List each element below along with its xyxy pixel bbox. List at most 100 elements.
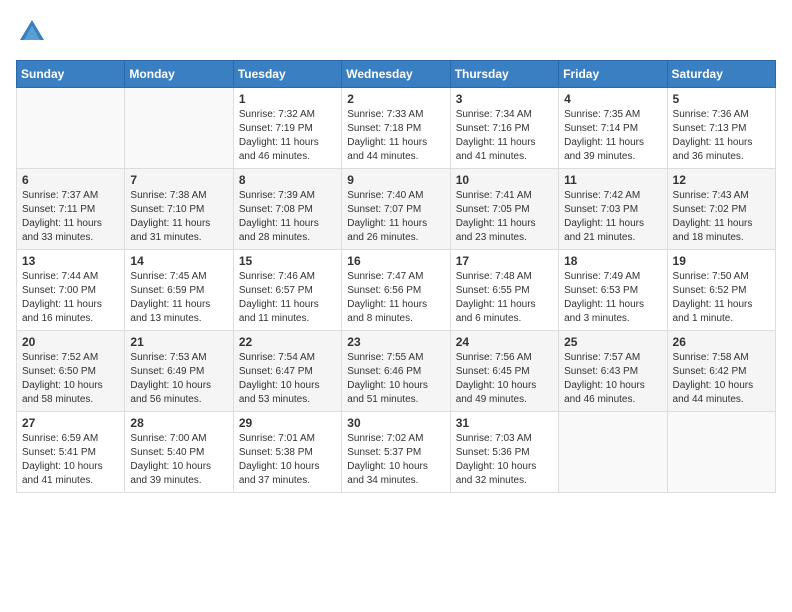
calendar-header-wednesday: Wednesday	[342, 61, 450, 88]
calendar-cell: 6 Sunrise: 7:37 AM Sunset: 7:11 PM Daylig…	[17, 169, 125, 250]
day-number: 3	[456, 92, 553, 106]
calendar-cell: 24 Sunrise: 7:56 AM Sunset: 6:45 PM Dayli…	[450, 331, 558, 412]
calendar-header-friday: Friday	[559, 61, 667, 88]
day-info: Sunrise: 7:47 AM Sunset: 6:56 PM Dayligh…	[347, 270, 444, 326]
calendar-cell: 27Sunrise: 6:59 AM Sunset: 5:41 PM Dayli…	[17, 412, 125, 493]
day-number: 6	[22, 173, 119, 187]
calendar-cell: 12Sunrise: 7:43 AM Sunset: 7:02 PM Dayli…	[667, 169, 775, 250]
header	[16, 16, 776, 48]
calendar-cell: 16 Sunrise: 7:47 AM Sunset: 6:56 PM Dayli…	[342, 250, 450, 331]
day-info: Sunrise: 7:41 AM Sunset: 7:05 PM Dayligh…	[456, 189, 553, 245]
calendar-cell: 14 Sunrise: 7:45 AM Sunset: 6:59 PM Dayli…	[125, 250, 233, 331]
calendar-cell: 3 Sunrise: 7:34 AM Sunset: 7:16 PM Daylig…	[450, 88, 558, 169]
day-info: Sunrise: 7:01 AM Sunset: 5:38 PM Dayligh…	[239, 432, 336, 488]
day-info: Sunrise: 7:48 AM Sunset: 6:55 PM Dayligh…	[456, 270, 553, 326]
day-info: Sunrise: 7:00 AM Sunset: 5:40 PM Dayligh…	[130, 432, 227, 488]
calendar-cell: 30Sunrise: 7:02 AM Sunset: 5:37 PM Dayli…	[342, 412, 450, 493]
calendar-cell: 15Sunrise: 7:46 AM Sunset: 6:57 PM Dayli…	[233, 250, 341, 331]
calendar-table: SundayMondayTuesdayWednesdayThursdayFrid…	[16, 60, 776, 493]
day-number: 24	[456, 335, 553, 349]
calendar-cell: 31 Sunrise: 7:03 AM Sunset: 5:36 PM Dayli…	[450, 412, 558, 493]
day-number: 19	[673, 254, 770, 268]
day-number: 4	[564, 92, 661, 106]
day-info: Sunrise: 7:33 AM Sunset: 7:18 PM Dayligh…	[347, 108, 444, 164]
day-number: 26	[673, 335, 770, 349]
calendar-cell	[125, 88, 233, 169]
day-number: 8	[239, 173, 336, 187]
calendar-cell: 20 Sunrise: 7:52 AM Sunset: 6:50 PM Dayli…	[17, 331, 125, 412]
day-number: 16	[347, 254, 444, 268]
day-info: Sunrise: 7:02 AM Sunset: 5:37 PM Dayligh…	[347, 432, 444, 488]
calendar-cell	[559, 412, 667, 493]
day-info: Sunrise: 7:43 AM Sunset: 7:02 PM Dayligh…	[673, 189, 770, 245]
day-number: 15	[239, 254, 336, 268]
logo	[16, 16, 52, 48]
calendar-cell: 5 Sunrise: 7:36 AM Sunset: 7:13 PM Daylig…	[667, 88, 775, 169]
calendar-cell: 17 Sunrise: 7:48 AM Sunset: 6:55 PM Dayli…	[450, 250, 558, 331]
day-info: Sunrise: 7:53 AM Sunset: 6:49 PM Dayligh…	[130, 351, 227, 407]
calendar-week-2: 6 Sunrise: 7:37 AM Sunset: 7:11 PM Daylig…	[17, 169, 776, 250]
calendar-cell	[667, 412, 775, 493]
day-info: Sunrise: 7:37 AM Sunset: 7:11 PM Dayligh…	[22, 189, 119, 245]
day-info: Sunrise: 7:40 AM Sunset: 7:07 PM Dayligh…	[347, 189, 444, 245]
day-info: Sunrise: 7:36 AM Sunset: 7:13 PM Dayligh…	[673, 108, 770, 164]
day-number: 28	[130, 416, 227, 430]
day-info: Sunrise: 7:57 AM Sunset: 6:43 PM Dayligh…	[564, 351, 661, 407]
calendar-header-saturday: Saturday	[667, 61, 775, 88]
day-info: Sunrise: 7:56 AM Sunset: 6:45 PM Dayligh…	[456, 351, 553, 407]
day-info: Sunrise: 7:45 AM Sunset: 6:59 PM Dayligh…	[130, 270, 227, 326]
day-info: Sunrise: 6:59 AM Sunset: 5:41 PM Dayligh…	[22, 432, 119, 488]
calendar-week-3: 13Sunrise: 7:44 AM Sunset: 7:00 PM Dayli…	[17, 250, 776, 331]
day-number: 25	[564, 335, 661, 349]
day-number: 18	[564, 254, 661, 268]
day-info: Sunrise: 7:35 AM Sunset: 7:14 PM Dayligh…	[564, 108, 661, 164]
day-number: 23	[347, 335, 444, 349]
calendar-header-monday: Monday	[125, 61, 233, 88]
day-number: 22	[239, 335, 336, 349]
calendar-week-1: 1 Sunrise: 7:32 AM Sunset: 7:19 PM Daylig…	[17, 88, 776, 169]
day-number: 1	[239, 92, 336, 106]
calendar-cell: 26 Sunrise: 7:58 AM Sunset: 6:42 PM Dayli…	[667, 331, 775, 412]
day-info: Sunrise: 7:52 AM Sunset: 6:50 PM Dayligh…	[22, 351, 119, 407]
calendar-header-tuesday: Tuesday	[233, 61, 341, 88]
calendar-cell: 7Sunrise: 7:38 AM Sunset: 7:10 PM Daylig…	[125, 169, 233, 250]
day-info: Sunrise: 7:58 AM Sunset: 6:42 PM Dayligh…	[673, 351, 770, 407]
logo-icon	[16, 16, 48, 48]
calendar-header-row: SundayMondayTuesdayWednesdayThursdayFrid…	[17, 61, 776, 88]
calendar-cell: 2 Sunrise: 7:33 AM Sunset: 7:18 PM Daylig…	[342, 88, 450, 169]
day-number: 17	[456, 254, 553, 268]
calendar-cell: 21Sunrise: 7:53 AM Sunset: 6:49 PM Dayli…	[125, 331, 233, 412]
calendar-cell: 10 Sunrise: 7:41 AM Sunset: 7:05 PM Dayli…	[450, 169, 558, 250]
day-number: 11	[564, 173, 661, 187]
calendar-cell	[17, 88, 125, 169]
day-info: Sunrise: 7:55 AM Sunset: 6:46 PM Dayligh…	[347, 351, 444, 407]
day-number: 9	[347, 173, 444, 187]
calendar-cell: 28 Sunrise: 7:00 AM Sunset: 5:40 PM Dayli…	[125, 412, 233, 493]
calendar-cell: 4 Sunrise: 7:35 AM Sunset: 7:14 PM Daylig…	[559, 88, 667, 169]
calendar-week-4: 20 Sunrise: 7:52 AM Sunset: 6:50 PM Dayli…	[17, 331, 776, 412]
day-info: Sunrise: 7:32 AM Sunset: 7:19 PM Dayligh…	[239, 108, 336, 164]
calendar-cell: 23 Sunrise: 7:55 AM Sunset: 6:46 PM Dayli…	[342, 331, 450, 412]
calendar-week-5: 27Sunrise: 6:59 AM Sunset: 5:41 PM Dayli…	[17, 412, 776, 493]
calendar-cell: 1 Sunrise: 7:32 AM Sunset: 7:19 PM Daylig…	[233, 88, 341, 169]
calendar-cell: 18 Sunrise: 7:49 AM Sunset: 6:53 PM Dayli…	[559, 250, 667, 331]
calendar-cell: 25 Sunrise: 7:57 AM Sunset: 6:43 PM Dayli…	[559, 331, 667, 412]
day-info: Sunrise: 7:39 AM Sunset: 7:08 PM Dayligh…	[239, 189, 336, 245]
day-info: Sunrise: 7:34 AM Sunset: 7:16 PM Dayligh…	[456, 108, 553, 164]
day-info: Sunrise: 7:50 AM Sunset: 6:52 PM Dayligh…	[673, 270, 770, 326]
day-number: 5	[673, 92, 770, 106]
day-number: 14	[130, 254, 227, 268]
day-info: Sunrise: 7:54 AM Sunset: 6:47 PM Dayligh…	[239, 351, 336, 407]
day-info: Sunrise: 7:49 AM Sunset: 6:53 PM Dayligh…	[564, 270, 661, 326]
day-info: Sunrise: 7:38 AM Sunset: 7:10 PM Dayligh…	[130, 189, 227, 245]
calendar-header-sunday: Sunday	[17, 61, 125, 88]
day-info: Sunrise: 7:44 AM Sunset: 7:00 PM Dayligh…	[22, 270, 119, 326]
day-number: 2	[347, 92, 444, 106]
calendar-cell: 8 Sunrise: 7:39 AM Sunset: 7:08 PM Daylig…	[233, 169, 341, 250]
day-number: 20	[22, 335, 119, 349]
day-number: 31	[456, 416, 553, 430]
day-info: Sunrise: 7:42 AM Sunset: 7:03 PM Dayligh…	[564, 189, 661, 245]
day-info: Sunrise: 7:03 AM Sunset: 5:36 PM Dayligh…	[456, 432, 553, 488]
day-number: 10	[456, 173, 553, 187]
day-number: 29	[239, 416, 336, 430]
